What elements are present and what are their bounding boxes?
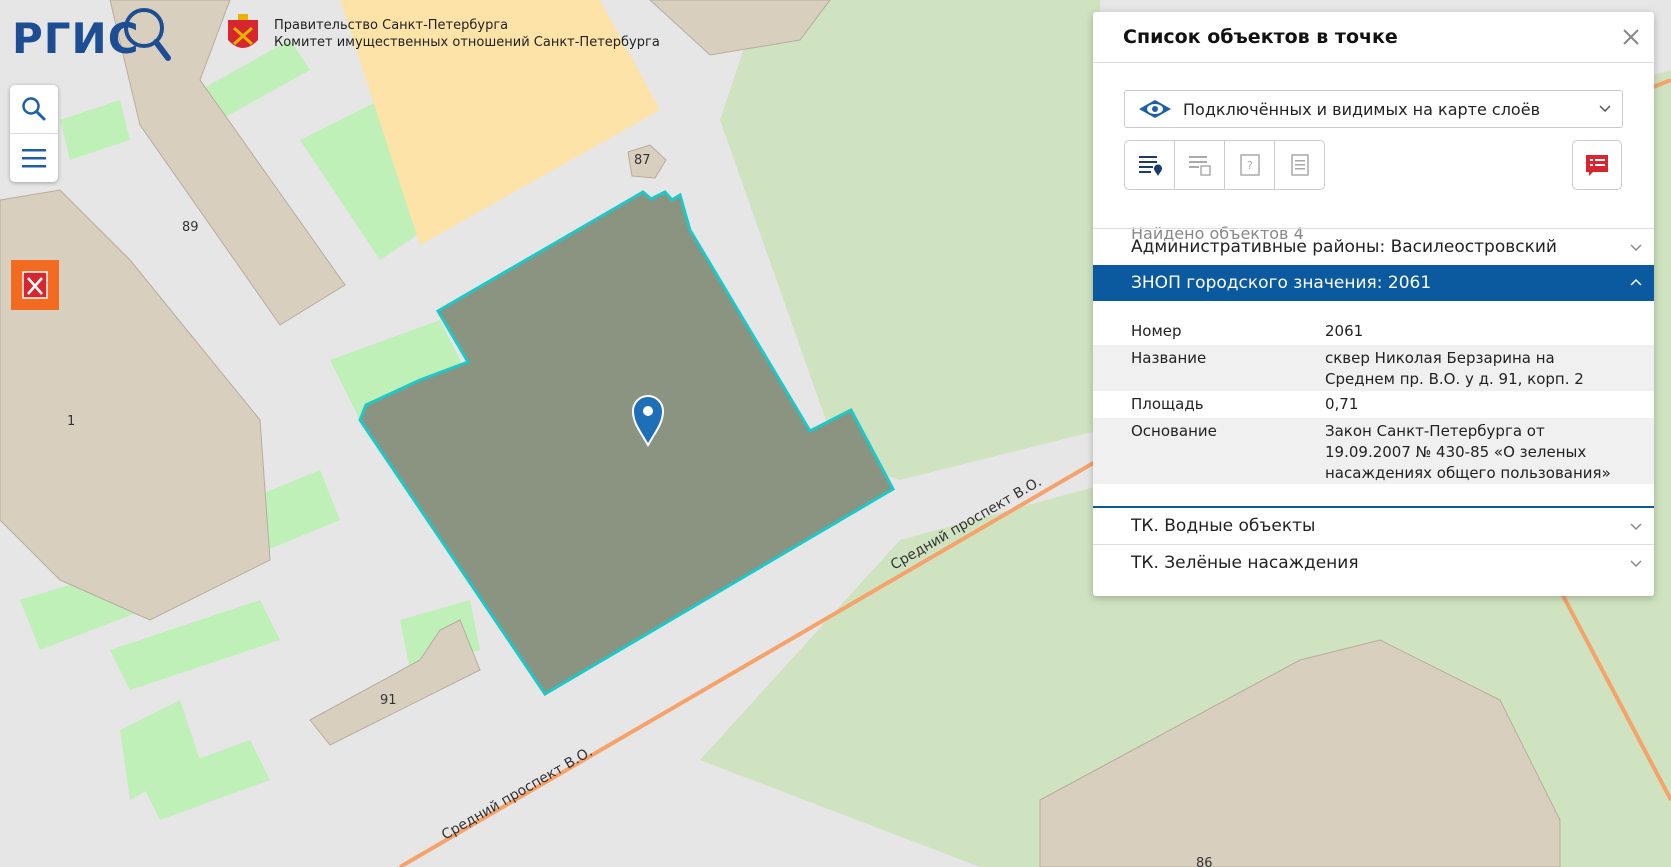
view-mode-buttons: ? (1124, 140, 1325, 190)
list-location-icon (1138, 156, 1162, 176)
hamburger-menu-icon (22, 149, 46, 168)
chevron-down-icon (1630, 523, 1642, 531)
svg-text:?: ? (1247, 159, 1253, 172)
list-tree-icon (1188, 156, 1211, 176)
rgis-logo-text: РГИС (12, 14, 140, 63)
building-number: 87 (634, 153, 651, 168)
building-number: 89 (182, 220, 199, 235)
view-document-button[interactable] (1274, 141, 1324, 189)
layer-select-value: Подключённых и видимых на карте слоёв (1183, 99, 1540, 119)
search-icon (22, 97, 46, 121)
attr-key: Основание (1131, 422, 1217, 440)
section-label: ТК. Водные объекты (1131, 516, 1316, 536)
magnifier-logo-icon (124, 8, 171, 61)
section-label: ТК. Зелёные насаждения (1131, 553, 1359, 573)
menu-button[interactable] (10, 133, 58, 182)
building-number: 1 (67, 414, 75, 429)
gov-block: Правительство Санкт-Петербурга Комитет и… (224, 12, 660, 56)
section-znop[interactable]: ЗНОП городского значения: 2061 (1093, 265, 1654, 301)
layers-eye-icon (1139, 100, 1171, 118)
spb-button[interactable] (11, 260, 59, 310)
attr-value: 2061 (1325, 322, 1364, 340)
panel-header: Список объектов в точке (1093, 12, 1654, 63)
building-number: 91 (380, 693, 397, 708)
section-green-spaces[interactable]: ТК. Зелёные насаждения (1093, 544, 1654, 581)
chevron-down-icon (1599, 105, 1611, 113)
attr-key: Название (1131, 349, 1207, 367)
attr-key: Площадь (1131, 395, 1204, 413)
report-icon (1586, 155, 1608, 176)
spb-coat-of-arms-icon (228, 14, 258, 48)
attr-row-number: Номер 2061 (1093, 318, 1654, 345)
chevron-down-icon (1630, 560, 1642, 568)
attr-value: Закон Санкт-Петербурга от 19.09.2007 № 4… (1325, 422, 1611, 482)
section-label: ЗНОП городского значения: 2061 (1131, 273, 1432, 293)
section-water-objects[interactable]: ТК. Водные объекты (1093, 508, 1654, 544)
section-admin-districts[interactable]: Административные районы: Василеостровски… (1093, 228, 1654, 265)
gov-line-2: Комитет имущественных отношений Санкт-Пе… (274, 35, 660, 50)
attr-row-name: Название сквер Николая Берзарина на Сред… (1093, 345, 1654, 391)
attr-row-basis: Основание Закон Санкт-Петербурга от 19.0… (1093, 418, 1654, 484)
layer-select[interactable]: Подключённых и видимых на карте слоёв (1124, 90, 1623, 128)
gov-line-1: Правительство Санкт-Петербурга (274, 18, 509, 33)
frame-question-icon: ? (1239, 154, 1260, 176)
document-icon (1290, 154, 1309, 176)
panel-title: Список объектов в точке (1123, 26, 1398, 48)
objects-panel: Список объектов в точке Подключённых и в… (1093, 12, 1654, 596)
chevron-down-icon (1630, 244, 1642, 252)
search-button[interactable] (10, 85, 58, 133)
view-list-button[interactable] (1125, 141, 1174, 189)
attr-key: Номер (1131, 322, 1182, 340)
attr-row-area: Площадь 0,71 (1093, 391, 1654, 418)
map-toolbar (10, 85, 58, 182)
attr-value: 0,71 (1325, 395, 1359, 413)
section-label: Административные районы: Василеостровски… (1131, 237, 1557, 257)
chevron-up-icon (1630, 278, 1642, 286)
attr-value: сквер Николая Берзарина на Среднем пр. В… (1325, 349, 1584, 388)
building-number: 86 (1196, 856, 1213, 867)
view-frame-button[interactable]: ? (1224, 141, 1274, 189)
view-tree-button[interactable] (1174, 141, 1224, 189)
close-icon[interactable] (1620, 26, 1642, 48)
spb-emblem-icon (22, 271, 48, 299)
report-button[interactable] (1572, 140, 1622, 190)
